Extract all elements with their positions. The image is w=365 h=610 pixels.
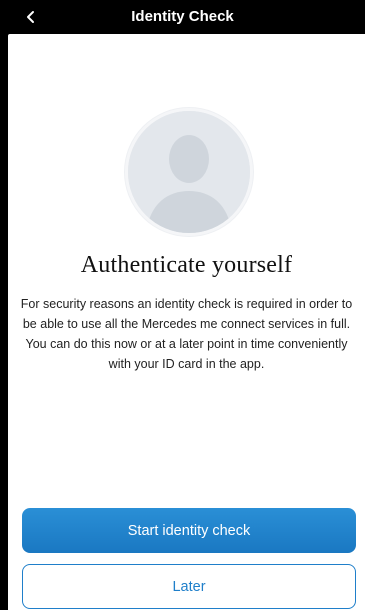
- page-title: Identity Check: [131, 8, 234, 25]
- identity-check-screen: Authenticate yourself For security reaso…: [8, 34, 365, 610]
- headline: Authenticate yourself: [80, 252, 293, 278]
- later-button[interactable]: Later: [22, 564, 356, 609]
- user-silhouette-icon: [128, 111, 250, 233]
- description-text: For security reasons an identity check i…: [20, 297, 353, 371]
- avatar: [125, 108, 253, 236]
- start-identity-check-button[interactable]: Start identity check: [22, 508, 356, 553]
- navigation-bar: Identity Check: [0, 0, 365, 34]
